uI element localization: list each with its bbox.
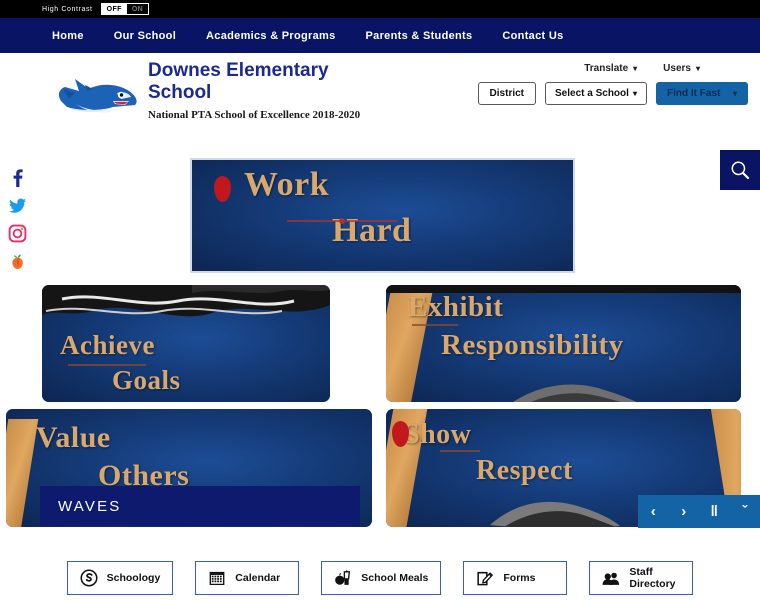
panel-line-1: Work xyxy=(244,166,330,203)
translate-dropdown[interactable]: Translate ▾ xyxy=(584,63,637,74)
decorative-rule xyxy=(412,324,458,326)
nav-item-academics-programs[interactable]: Academics & Programs xyxy=(206,30,336,42)
carousel-panel-work-hard[interactable]: Work Hard xyxy=(190,158,575,273)
forms-icon xyxy=(477,571,494,586)
nav-item-home[interactable]: Home xyxy=(52,30,84,42)
chevron-down-icon: ▾ xyxy=(732,88,737,98)
main-navigation: Home Our School Academics & Programs Par… xyxy=(0,18,760,53)
users-label: Users xyxy=(663,63,691,74)
high-contrast-toggle[interactable]: OFF ON xyxy=(100,3,150,15)
high-contrast-label: High Contrast xyxy=(42,5,93,13)
chevron-down-icon: ▾ xyxy=(633,63,638,73)
nav-item-our-school[interactable]: Our School xyxy=(114,30,176,42)
header-utility-area: Translate ▾ Users ▾ District Select a Sc… xyxy=(477,63,748,105)
site-header: Downes Elementary School National PTA Sc… xyxy=(0,53,760,140)
shark-mascot-logo[interactable] xyxy=(48,71,148,123)
carousel-panel-achieve-goals[interactable]: Achieve Goals xyxy=(42,285,330,402)
wave-illustration xyxy=(490,502,620,527)
pause-slideshow-button[interactable]: ‖ xyxy=(703,501,725,523)
header-utility-links: Translate ▾ Users ▾ xyxy=(584,63,748,74)
quick-link-calendar[interactable]: Calendar xyxy=(195,561,300,595)
quick-link-label: Schoology xyxy=(106,571,161,584)
peachjar-icon[interactable] xyxy=(8,252,27,271)
carousel-caption: WAVES xyxy=(40,486,360,526)
calendar-icon xyxy=(209,571,225,586)
users-dropdown[interactable]: Users ▾ xyxy=(663,63,700,74)
previous-slide-button[interactable]: ‹ xyxy=(642,501,664,523)
panel-line-2: Responsibility xyxy=(441,329,624,361)
panel-line-1: Value xyxy=(36,421,111,454)
quick-link-label: Calendar xyxy=(235,571,281,584)
decorative-rule xyxy=(68,364,146,366)
find-it-fast-label: Find It Fast xyxy=(667,88,721,99)
quick-link-label: School Meals xyxy=(361,571,429,584)
quick-link-schoology[interactable]: Schoology xyxy=(66,561,174,595)
social-links-rail xyxy=(8,168,27,271)
school-select[interactable]: Select a School ▾ xyxy=(545,82,647,105)
school-meals-icon xyxy=(335,570,351,585)
school-select-value: Select a School xyxy=(555,88,629,99)
twitter-icon[interactable] xyxy=(8,196,27,215)
carousel-caption-text: WAVES xyxy=(58,497,122,515)
high-contrast-on-option[interactable]: ON xyxy=(126,4,149,14)
quick-link-forms[interactable]: Forms xyxy=(463,561,568,595)
nav-item-parents-students[interactable]: Parents & Students xyxy=(366,30,473,42)
panel-line-2: Respect xyxy=(476,455,573,486)
hero-carousel: Work Hard Achieve Goals Exhibit Responsi… xyxy=(0,144,760,544)
quick-links-bar: Schoology Calendar School Meals Forms St… xyxy=(0,556,760,600)
quick-link-label: Staff Directory xyxy=(629,565,676,590)
panel-line-1: Achieve xyxy=(60,330,155,360)
carousel-panel-exhibit-responsibility[interactable]: Exhibit Responsibility xyxy=(386,285,741,402)
facebook-icon[interactable] xyxy=(8,168,27,187)
quick-link-staff-directory[interactable]: Staff Directory xyxy=(589,561,694,595)
instagram-icon[interactable] xyxy=(8,224,27,243)
staff-directory-icon xyxy=(602,572,620,585)
school-identity: Downes Elementary School National PTA Sc… xyxy=(148,60,378,123)
wave-illustration xyxy=(513,384,637,402)
next-slide-button[interactable]: › xyxy=(673,501,695,523)
expand-carousel-button[interactable]: ˇ xyxy=(734,501,756,523)
chevron-down-icon: ▾ xyxy=(695,63,700,73)
schoology-icon xyxy=(80,569,98,587)
translate-label: Translate xyxy=(584,63,629,74)
search-button[interactable] xyxy=(720,150,760,190)
nav-item-contact-us[interactable]: Contact Us xyxy=(502,30,563,42)
high-contrast-off-option[interactable]: OFF xyxy=(101,4,127,14)
page-title: Downes Elementary School xyxy=(148,60,329,104)
decorative-rule xyxy=(440,450,480,452)
carousel-controls: ‹ › ‖ ˇ xyxy=(638,495,760,528)
school-tagline: National PTA School of Excellence 2018-2… xyxy=(148,109,361,122)
search-icon xyxy=(731,161,750,180)
high-contrast-bar: High Contrast OFF ON xyxy=(0,0,760,18)
quick-link-label: Forms xyxy=(503,571,536,584)
quick-link-school-meals[interactable]: School Meals xyxy=(321,561,442,595)
panel-line-2: Goals xyxy=(112,365,181,395)
panel-line-1: Exhibit xyxy=(408,291,504,323)
wave-illustration xyxy=(42,285,330,317)
chevron-down-icon: ▾ xyxy=(632,88,637,98)
district-button[interactable]: District xyxy=(477,82,536,105)
find-it-fast-button[interactable]: Find It Fast ▾ xyxy=(656,82,748,105)
decorative-rule xyxy=(287,218,397,224)
header-buttons: District Select a School ▾ Find It Fast … xyxy=(477,82,748,105)
